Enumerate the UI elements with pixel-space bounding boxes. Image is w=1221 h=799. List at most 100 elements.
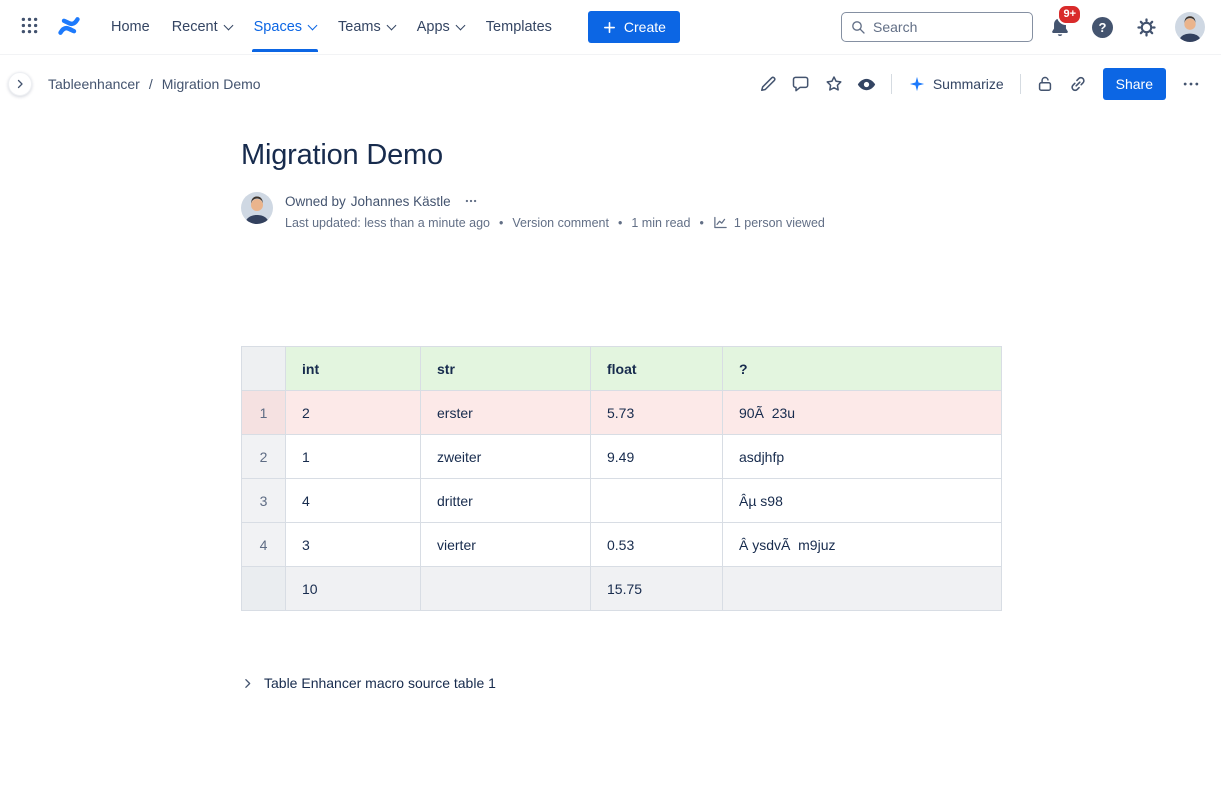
cell-q: asdjhfp: [723, 435, 1002, 479]
app-grid-icon: [19, 15, 40, 39]
page-toolbar: Tableenhancer / Migration Demo: [0, 55, 1221, 113]
confluence-home-button[interactable]: [51, 9, 87, 46]
ai-sparkle-icon: [908, 75, 926, 93]
search-box: [841, 12, 1033, 42]
nav-recent-label: Recent: [172, 19, 218, 35]
read-time-text: 1 min read: [631, 216, 690, 230]
row-number: 4: [242, 523, 286, 567]
star-icon: [824, 74, 844, 94]
cell-float: [591, 479, 723, 523]
settings-button[interactable]: [1131, 12, 1162, 43]
table-row: 3 4 dritter Âµ s98: [242, 479, 1002, 523]
cell-q: Âµ s98: [723, 479, 1002, 523]
chevron-down-icon: [223, 20, 233, 30]
table-corner-cell: [242, 347, 286, 391]
cell-int: 2: [286, 391, 421, 435]
nav-recent[interactable]: Recent: [162, 11, 242, 43]
share-button[interactable]: Share: [1103, 68, 1166, 100]
nav-spaces-label: Spaces: [254, 19, 302, 35]
app-switcher-button[interactable]: [14, 10, 45, 44]
restrictions-button[interactable]: [1029, 68, 1061, 100]
footer-cell-q: [723, 567, 1002, 611]
nav-spaces[interactable]: Spaces: [244, 11, 326, 43]
notifications-button[interactable]: 9+: [1046, 13, 1074, 41]
column-header-float: float: [591, 347, 723, 391]
breadcrumb-separator: /: [149, 76, 153, 92]
dot-separator: •: [499, 216, 503, 230]
column-header-int: int: [286, 347, 421, 391]
chevron-down-icon: [308, 20, 318, 30]
cell-str: zweiter: [421, 435, 591, 479]
people-viewed[interactable]: 1 person viewed: [713, 215, 825, 230]
owner-avatar[interactable]: [241, 192, 273, 224]
nav-templates-label: Templates: [486, 19, 552, 35]
cell-int: 3: [286, 523, 421, 567]
row-number: 3: [242, 479, 286, 523]
byline-more-button[interactable]: [460, 192, 482, 210]
cell-float: 0.53: [591, 523, 723, 567]
toolbar-divider: [891, 74, 892, 94]
top-navigation: Home Recent Spaces Teams Apps Templates …: [0, 0, 1221, 55]
user-avatar[interactable]: [1175, 12, 1205, 42]
ellipsis-icon: [1181, 74, 1201, 94]
cell-str: vierter: [421, 523, 591, 567]
help-icon: [1092, 17, 1113, 38]
breadcrumb-page[interactable]: Migration Demo: [162, 76, 261, 92]
summarize-button[interactable]: Summarize: [900, 69, 1012, 99]
watch-button[interactable]: [851, 68, 883, 100]
version-comment-link[interactable]: Version comment: [512, 216, 609, 230]
sidebar-expand-button[interactable]: [8, 72, 32, 96]
expander-label: Table Enhancer macro source table 1: [264, 675, 496, 691]
edit-button[interactable]: [752, 68, 784, 100]
nav-home[interactable]: Home: [101, 11, 160, 43]
source-table-expander[interactable]: Table Enhancer macro source table 1: [241, 675, 1001, 691]
chevron-down-icon: [455, 20, 465, 30]
nav-apps[interactable]: Apps: [407, 11, 474, 43]
watch-eye-icon: [856, 74, 877, 95]
row-number: 1: [242, 391, 286, 435]
footer-cell-float: 15.75: [591, 567, 723, 611]
byline: Owned by Johannes Kästle Last updated: l…: [241, 192, 1001, 230]
table-row: 2 1 zweiter 9.49 asdjhfp: [242, 435, 1002, 479]
search-input[interactable]: [873, 19, 1024, 35]
create-button-label: Create: [624, 19, 666, 35]
analytics-chart-icon: [713, 215, 728, 230]
plus-icon: [602, 20, 617, 35]
pencil-icon: [758, 74, 778, 94]
cell-str: dritter: [421, 479, 591, 523]
comment-button[interactable]: [785, 68, 817, 100]
cell-int: 1: [286, 435, 421, 479]
page-content: Migration Demo Owned by Johannes Kästle …: [241, 139, 1001, 691]
dot-separator: •: [618, 216, 622, 230]
comment-icon: [791, 74, 811, 94]
cell-float: 9.49: [591, 435, 723, 479]
page-title: Migration Demo: [241, 139, 1001, 172]
nav-teams[interactable]: Teams: [328, 11, 405, 43]
people-viewed-text: 1 person viewed: [734, 216, 825, 230]
more-actions-button[interactable]: [1175, 68, 1207, 100]
copy-link-button[interactable]: [1062, 68, 1094, 100]
table-footer-row: 10 15.75: [242, 567, 1002, 611]
summarize-label: Summarize: [933, 76, 1004, 92]
nav-templates[interactable]: Templates: [476, 11, 562, 43]
ellipsis-icon: [464, 194, 478, 208]
breadcrumb: Tableenhancer / Migration Demo: [48, 76, 261, 92]
avatar-photo: [241, 192, 273, 224]
unlock-icon: [1035, 74, 1055, 94]
breadcrumb-space[interactable]: Tableenhancer: [48, 76, 140, 92]
table-row: 4 3 vierter 0.53 Â ysdvÃ m9juz: [242, 523, 1002, 567]
star-button[interactable]: [818, 68, 850, 100]
footer-cell-str: [421, 567, 591, 611]
last-updated-text: Last updated: less than a minute ago: [285, 216, 490, 230]
nav-teams-label: Teams: [338, 19, 381, 35]
settings-gear-icon: [1136, 17, 1157, 38]
owner-name-link[interactable]: Johannes Kästle: [351, 194, 451, 209]
cell-float: 5.73: [591, 391, 723, 435]
footer-cell-int: 10: [286, 567, 421, 611]
column-header-q: ?: [723, 347, 1002, 391]
chevron-right-icon: [241, 677, 254, 690]
row-number: [242, 567, 286, 611]
create-button[interactable]: Create: [588, 11, 680, 43]
help-button[interactable]: [1087, 12, 1118, 43]
table-header-row: int str float ?: [242, 347, 1002, 391]
